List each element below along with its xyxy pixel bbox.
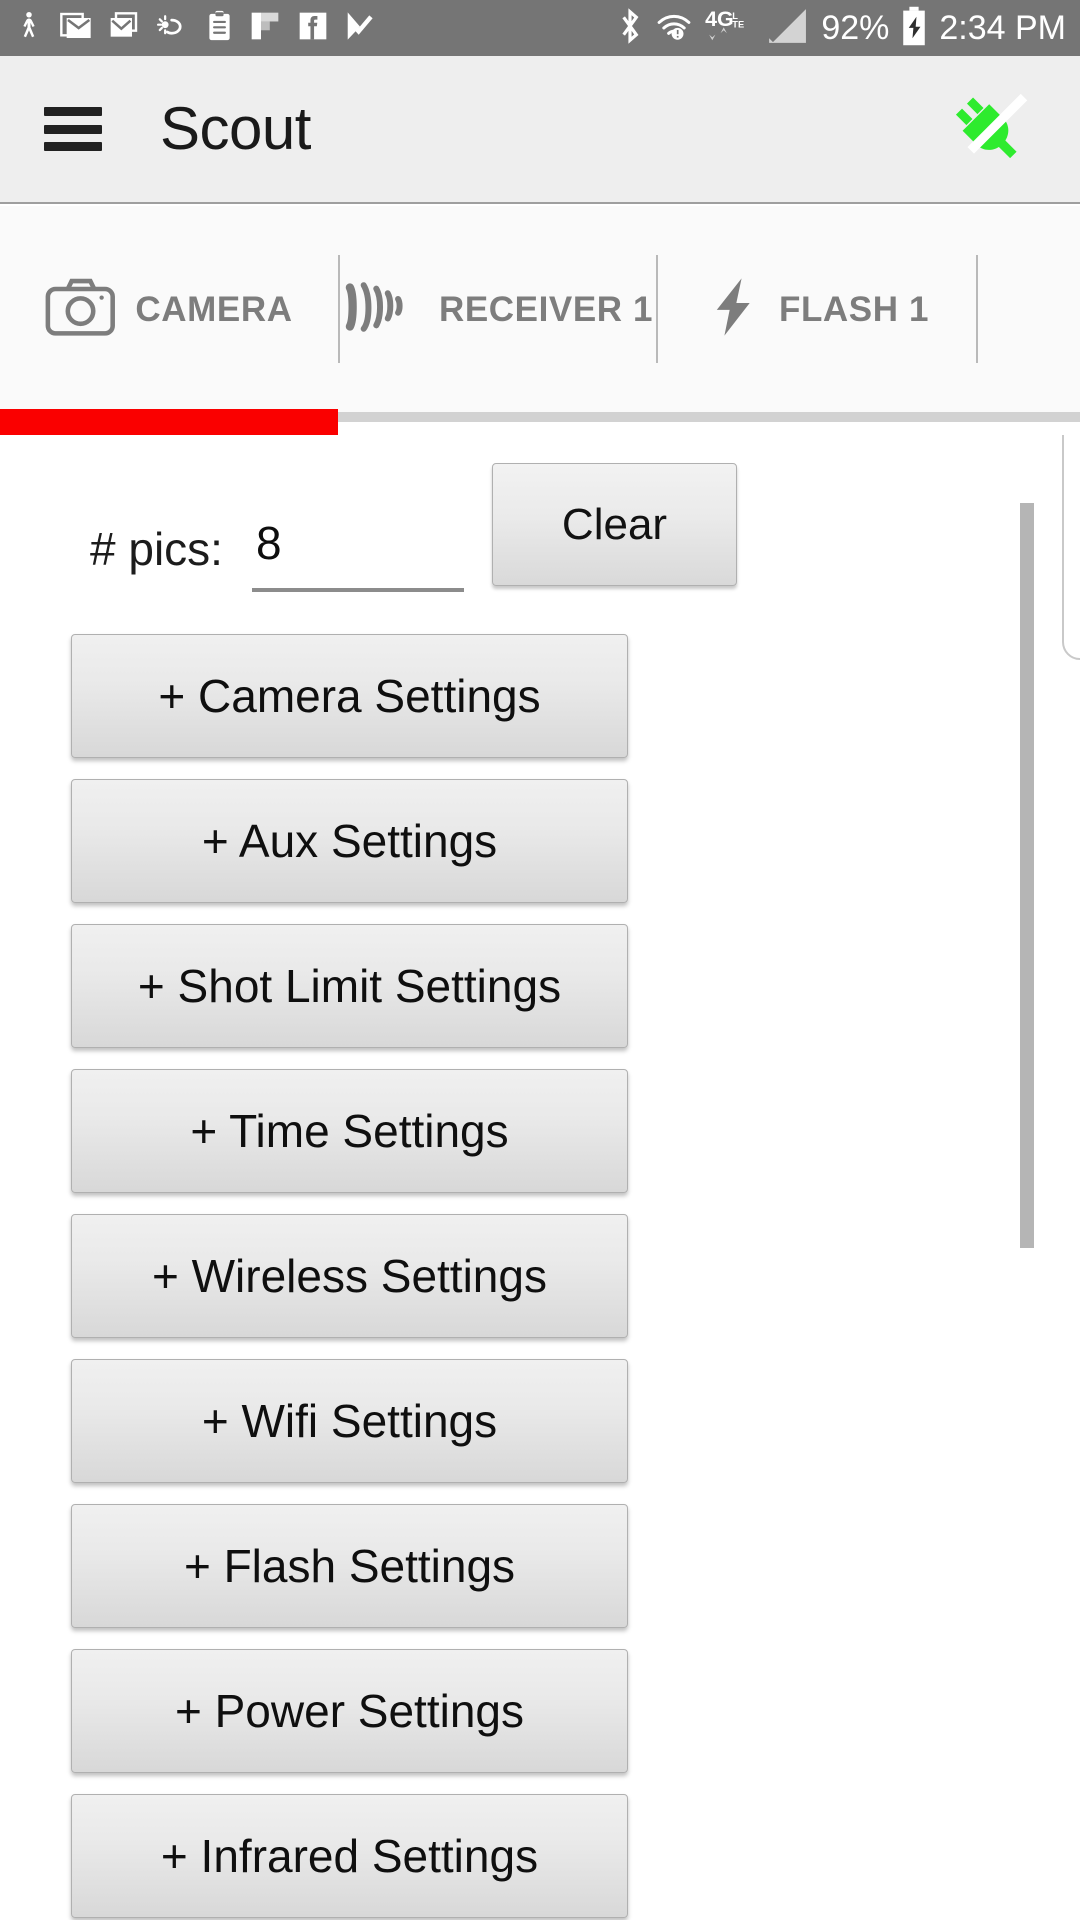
- clipboard-icon: [206, 9, 233, 48]
- flash-settings-button[interactable]: + Flash Settings: [71, 1504, 628, 1628]
- status-bar-notification-icons: [14, 9, 375, 48]
- settings-button-list: + Camera Settings + Aux Settings + Shot …: [71, 634, 628, 1920]
- tab-flash-1-label: FLASH 1: [778, 289, 930, 329]
- facebook-icon: [297, 10, 329, 47]
- svg-text:4G: 4G: [705, 7, 734, 31]
- pics-count-value: 8: [256, 517, 282, 569]
- page-title: Scout: [160, 95, 311, 162]
- gmail-icon: [60, 10, 92, 47]
- shot-limit-settings-button[interactable]: + Shot Limit Settings: [71, 924, 628, 1048]
- lightning-bolt-icon: [705, 276, 761, 343]
- clear-button[interactable]: Clear: [492, 463, 737, 586]
- pedestrian-icon: [14, 9, 44, 48]
- power-settings-button[interactable]: + Power Settings: [71, 1649, 628, 1773]
- wireless-settings-button[interactable]: + Wireless Settings: [71, 1214, 628, 1338]
- vertical-scrollbar[interactable]: [1020, 503, 1034, 1248]
- network-4g-lte-icon: 4G L TE: [705, 6, 751, 51]
- tab-bar: CAMERA RECEIVER 1 FLASH 1: [0, 206, 1080, 412]
- aux-settings-button[interactable]: + Aux Settings: [71, 779, 628, 903]
- tab-receiver-1-label: RECEIVER 1: [438, 289, 654, 329]
- battery-charging-icon: [901, 6, 927, 51]
- camera-icon: [45, 277, 117, 342]
- pics-count-input[interactable]: 8: [252, 516, 464, 592]
- svg-text:TE: TE: [733, 19, 745, 29]
- bluetooth-icon: [617, 7, 643, 50]
- camera-settings-button[interactable]: + Camera Settings: [71, 634, 628, 758]
- pics-count-row: # pics: 8 Clear: [0, 463, 1080, 624]
- signal-waves-icon: [343, 275, 421, 344]
- time-settings-button[interactable]: + Time Settings: [71, 1069, 628, 1193]
- hamburger-menu-icon[interactable]: [44, 107, 102, 151]
- status-bar-system-icons: 4G L TE 92% 2:34 PM: [617, 6, 1066, 51]
- battery-percent-label: 92%: [821, 9, 890, 47]
- tab-receiver-1[interactable]: RECEIVER 1: [340, 206, 656, 412]
- weather-icon: [156, 10, 190, 47]
- wifi-settings-button[interactable]: + Wifi Settings: [71, 1359, 628, 1483]
- signal-bars-icon: [763, 6, 809, 51]
- clock-label: 2:34 PM: [939, 9, 1066, 47]
- status-bar: 4G L TE 92% 2:34 PM: [0, 0, 1080, 56]
- app-bar: Scout: [0, 56, 1080, 204]
- plug-connected-icon[interactable]: [950, 84, 1036, 175]
- wifi-warning-icon: [655, 9, 693, 48]
- tab-camera[interactable]: CAMERA: [0, 206, 338, 412]
- email-icon: [108, 10, 140, 47]
- offscreen-panel-edge: [1062, 435, 1080, 660]
- flipboard-icon: [249, 10, 281, 47]
- main-content: # pics: 8 Clear + Camera Settings + Aux …: [0, 435, 1080, 1920]
- tab-divider: [976, 255, 978, 363]
- tab-flash-1[interactable]: FLASH 1: [658, 206, 976, 412]
- tab-camera-label: CAMERA: [135, 289, 293, 329]
- tab-active-indicator: [0, 409, 338, 435]
- infrared-settings-button[interactable]: + Infrared Settings: [71, 1794, 628, 1918]
- pics-count-label: # pics:: [90, 523, 223, 575]
- check-play-icon: [345, 9, 375, 48]
